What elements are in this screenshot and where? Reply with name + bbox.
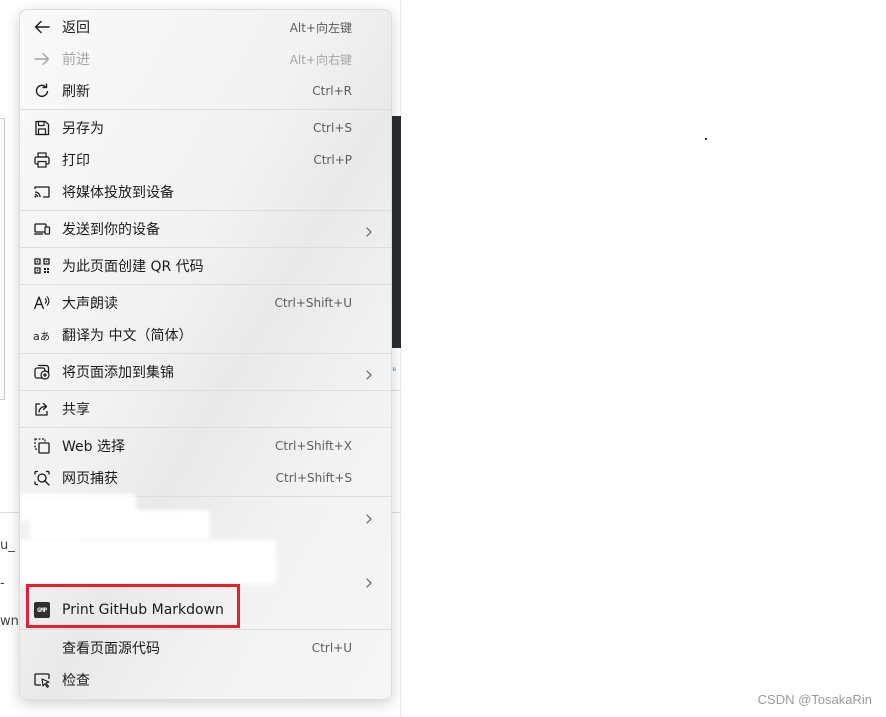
menu-item-label: 返回 <box>62 20 90 36</box>
menu-item-send-to-device[interactable]: 发送到你的设备 <box>20 214 391 244</box>
menu-item-forward[interactable]: 前进 Alt+向右键 <box>20 44 391 74</box>
menu-item-shortcut: Ctrl+Shift+U <box>274 296 352 310</box>
menu-item-label: 刷新 <box>62 84 90 100</box>
chevron-right-icon <box>363 366 375 380</box>
menu-separator <box>20 427 391 428</box>
highlight-box <box>26 584 240 628</box>
web-select-icon <box>33 437 51 455</box>
menu-item-web-select[interactable]: Web 选择 Ctrl+Shift+X <box>20 431 391 461</box>
menu-item-label: 查看页面源代码 <box>62 641 160 657</box>
menu-separator <box>20 109 391 110</box>
menu-separator <box>20 629 391 630</box>
menu-item-label: 另存为 <box>62 121 104 137</box>
menu-item-qr-code[interactable]: 为此页面创建 QR 代码 <box>20 251 391 281</box>
menu-item-shortcut: Ctrl+Shift+X <box>275 439 352 453</box>
menu-item-shortcut: Ctrl+Shift+S <box>275 471 352 485</box>
chevron-right-icon <box>363 574 375 588</box>
background-divider <box>0 512 19 513</box>
menu-item-web-capture[interactable]: 网页捕获 Ctrl+Shift+S <box>20 463 391 493</box>
menu-item-label: 共享 <box>62 402 90 418</box>
menu-item-read-aloud[interactable]: 大声朗读 Ctrl+Shift+U <box>20 288 391 318</box>
redaction-patch <box>30 510 210 540</box>
inspect-icon <box>33 671 51 689</box>
refresh-icon <box>33 82 51 100</box>
collections-icon <box>33 363 51 381</box>
menu-item-label: 检查 <box>62 673 90 689</box>
web-capture-icon <box>33 469 51 487</box>
menu-separator <box>20 390 391 391</box>
menu-separator <box>20 353 391 354</box>
menu-item-cast[interactable]: 将媒体投放到设备 <box>20 177 391 207</box>
cast-icon <box>33 183 51 201</box>
menu-separator <box>20 284 391 285</box>
menu-item-label: 前进 <box>62 52 90 68</box>
device-icon <box>33 220 51 238</box>
qr-code-icon <box>33 257 51 275</box>
menu-item-label: 为此页面创建 QR 代码 <box>62 259 204 275</box>
menu-item-inspect[interactable]: 检查 <box>20 665 391 695</box>
menu-separator <box>20 210 391 211</box>
menu-item-shortcut: Alt+向左键 <box>289 20 352 35</box>
menu-item-refresh[interactable]: 刷新 Ctrl+R <box>20 76 391 106</box>
menu-item-shortcut: Ctrl+P <box>313 153 352 167</box>
background-text-fragment: - <box>0 576 5 591</box>
context-menu: 返回 Alt+向左键 前进 Alt+向右键 刷新 Ctrl+R 另存为 Ctrl… <box>19 9 392 700</box>
menu-item-label: 网页捕获 <box>62 471 118 487</box>
chevron-right-icon <box>363 510 375 524</box>
save-icon <box>33 119 51 137</box>
menu-item-share[interactable]: 共享 <box>20 394 391 424</box>
menu-item-label: 打印 <box>62 153 90 169</box>
svg-text:a: a <box>33 330 40 343</box>
menu-item-add-to-collections[interactable]: 将页面添加到集锦 <box>20 357 391 387</box>
menu-item-shortcut: Ctrl+U <box>311 641 352 655</box>
menu-item-label: Web 选择 <box>62 439 125 455</box>
share-icon <box>33 400 51 418</box>
menu-item-label: 大声朗读 <box>62 296 118 312</box>
printer-icon <box>33 151 51 169</box>
menu-item-label: 发送到你的设备 <box>62 222 160 238</box>
arrow-right-icon <box>33 50 51 68</box>
background-dot <box>705 138 707 140</box>
menu-item-shortcut: Alt+向右键 <box>289 52 352 67</box>
arrow-left-icon <box>33 18 51 36</box>
background-card <box>0 118 5 400</box>
menu-item-label: 将媒体投放到设备 <box>62 185 174 201</box>
translate-icon: aあ <box>33 326 51 344</box>
svg-text:あ: あ <box>40 331 50 343</box>
read-aloud-icon <box>33 294 51 312</box>
menu-item-label: 将页面添加到集锦 <box>62 365 174 381</box>
redaction-patch <box>20 540 276 584</box>
menu-item-back[interactable]: 返回 Alt+向左键 <box>20 12 391 42</box>
chevron-right-icon <box>363 223 375 237</box>
menu-item-label: 翻译为 中文（简体） <box>62 328 193 344</box>
menu-item-save-as[interactable]: 另存为 Ctrl+S <box>20 113 391 143</box>
page-edge <box>400 0 401 717</box>
menu-item-view-source[interactable]: 查看页面源代码 Ctrl+U <box>20 633 391 663</box>
watermark: CSDN @TosakaRin <box>757 692 872 707</box>
background-text-fragment: u_ <box>0 538 15 553</box>
menu-item-translate[interactable]: aあ 翻译为 中文（简体） <box>20 320 391 350</box>
menu-separator <box>20 247 391 248</box>
menu-item-shortcut: Ctrl+R <box>312 84 352 98</box>
menu-item-shortcut: Ctrl+S <box>312 121 352 135</box>
menu-item-print[interactable]: 打印 Ctrl+P <box>20 145 391 175</box>
